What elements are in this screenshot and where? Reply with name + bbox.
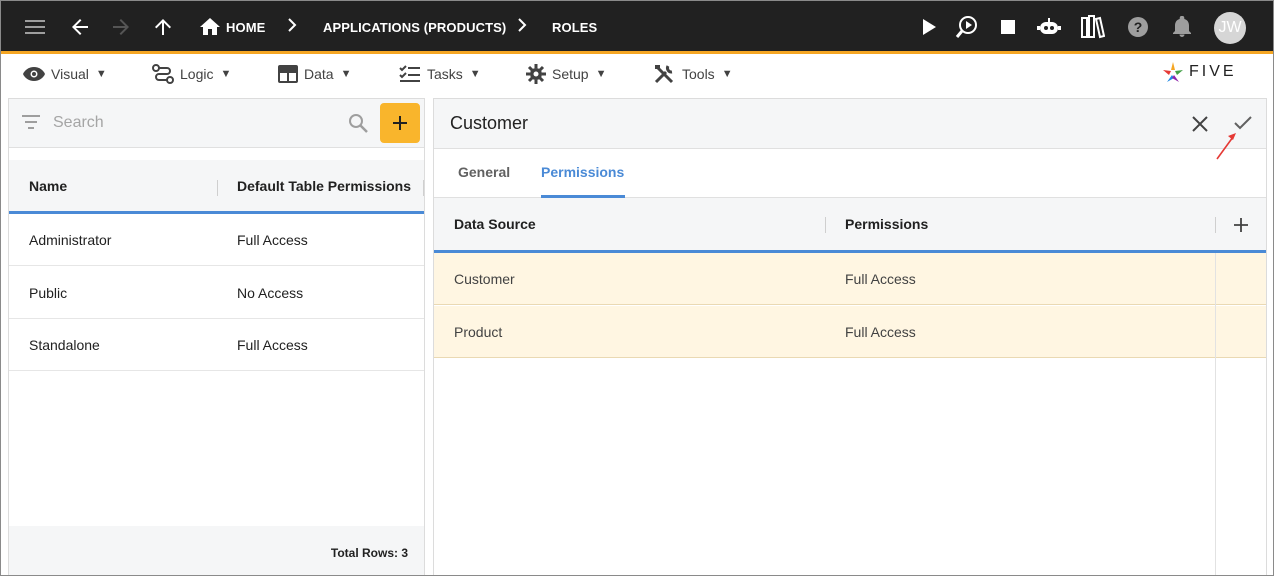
table-footer: Total Rows: 3: [9, 526, 424, 575]
table-row[interactable]: Product Full Access: [434, 306, 1266, 358]
column-divider[interactable]: [825, 217, 826, 233]
column-divider[interactable]: [423, 180, 424, 196]
table-row[interactable]: Standalone Full Access: [9, 319, 424, 371]
permissions-table-header: Data Source Permissions: [434, 198, 1266, 253]
menu-logic-label: Logic: [180, 66, 214, 82]
notifications-icon[interactable]: [1170, 15, 1194, 39]
menu-tasks[interactable]: Tasks ▼: [399, 63, 481, 85]
tab-permissions[interactable]: Permissions: [541, 164, 624, 180]
table-row[interactable]: Customer Full Access: [434, 253, 1266, 305]
search-icon[interactable]: [348, 113, 368, 138]
role-permission: Full Access: [237, 231, 308, 248]
chevron-right-icon: [517, 17, 527, 38]
role-name: Public: [29, 284, 68, 301]
debug-search-icon[interactable]: [955, 15, 979, 39]
tab-general[interactable]: General: [458, 164, 510, 180]
roles-table-header: Name Default Table Permissions: [9, 160, 424, 214]
menu-setup[interactable]: Setup ▼: [526, 63, 606, 85]
five-logo-icon: [1163, 62, 1183, 82]
five-logo: FIVE: [1161, 59, 1237, 85]
caret-down-icon: ▼: [95, 68, 107, 80]
detail-tabs: General Permissions: [434, 149, 1266, 198]
home-icon[interactable]: [198, 15, 222, 39]
add-permission-button[interactable]: [1233, 217, 1249, 236]
search-input[interactable]: [53, 111, 333, 135]
menu-tools[interactable]: Tools ▼: [654, 63, 733, 85]
play-icon[interactable]: [917, 15, 941, 39]
role-permission: No Access: [237, 284, 304, 301]
column-divider[interactable]: [1215, 217, 1216, 233]
menu-tasks-label: Tasks: [427, 66, 463, 82]
role-name: Standalone: [29, 336, 100, 353]
menu-data-label: Data: [304, 66, 334, 82]
caret-down-icon: ▼: [595, 68, 607, 80]
table-icon: [278, 65, 298, 83]
menu-visual[interactable]: Visual ▼: [23, 63, 107, 85]
chatbot-icon[interactable]: [1037, 15, 1061, 39]
roles-list-panel: Name Default Table Permissions Administr…: [8, 98, 425, 575]
page-title: Customer: [450, 113, 529, 133]
caret-down-icon: ▼: [469, 68, 481, 80]
app-window: HOME APPLICATIONS (PRODUCTS) ROLES ? JW …: [0, 0, 1274, 576]
top-bar: HOME APPLICATIONS (PRODUCTS) ROLES ? JW: [1, 1, 1273, 54]
library-icon[interactable]: [1081, 15, 1105, 39]
role-permission: Full Access: [237, 336, 308, 353]
role-name: Administrator: [29, 231, 112, 248]
permission-value: Full Access: [845, 270, 916, 287]
plus-icon: [1234, 218, 1248, 232]
column-header-name[interactable]: Name: [29, 160, 67, 211]
data-source-value: Customer: [454, 270, 515, 287]
plus-icon: [393, 116, 407, 130]
help-icon[interactable]: ?: [1126, 15, 1150, 39]
eye-icon: [23, 67, 45, 81]
up-arrow-icon[interactable]: [151, 15, 175, 39]
menu-data[interactable]: Data ▼: [278, 63, 351, 85]
role-detail-panel: Customer General Permissions Data Source…: [433, 98, 1267, 575]
breadcrumb-applications[interactable]: APPLICATIONS (PRODUCTS): [323, 20, 506, 35]
search-bar: [9, 99, 424, 148]
gear-icon: [526, 64, 546, 84]
logic-icon: [152, 64, 174, 84]
column-divider-line: [1215, 253, 1216, 575]
menu-tools-label: Tools: [682, 66, 715, 82]
menu-logic[interactable]: Logic ▼: [152, 63, 231, 85]
caret-down-icon: ▼: [721, 68, 733, 80]
tools-icon: [654, 65, 674, 84]
table-row[interactable]: Administrator Full Access: [9, 214, 424, 266]
filter-icon[interactable]: [22, 115, 40, 134]
stop-icon[interactable]: [996, 15, 1020, 39]
table-row[interactable]: Public No Access: [9, 267, 424, 319]
back-arrow-icon[interactable]: [68, 15, 92, 39]
data-source-value: Product: [454, 323, 503, 340]
column-header-default-permissions[interactable]: Default Table Permissions: [237, 160, 411, 211]
caret-down-icon: ▼: [340, 68, 352, 80]
breadcrumb-home[interactable]: HOME: [226, 20, 265, 35]
brand-name: FIVE: [1189, 63, 1237, 80]
add-role-button[interactable]: [380, 103, 420, 143]
permission-value: Full Access: [845, 323, 916, 340]
menu-bar: Visual ▼ Logic ▼ Data ▼ Tasks ▼ Setup ▼ …: [1, 57, 1273, 89]
detail-header: Customer: [434, 99, 1266, 149]
column-header-permissions[interactable]: Permissions: [845, 198, 928, 250]
total-rows-count: Total Rows: 3: [330, 545, 408, 560]
tasks-icon: [399, 65, 420, 82]
forward-arrow-icon: [109, 15, 133, 39]
annotation-arrow-icon: [1216, 133, 1236, 160]
column-divider[interactable]: [217, 180, 218, 196]
user-avatar[interactable]: JW: [1214, 12, 1246, 44]
close-icon[interactable]: [1191, 115, 1209, 138]
svg-text:?: ?: [1134, 19, 1143, 35]
menu-icon[interactable]: [23, 15, 47, 39]
menu-visual-label: Visual: [51, 66, 89, 82]
chevron-right-icon: [287, 17, 297, 38]
breadcrumb-roles[interactable]: ROLES: [552, 20, 597, 35]
caret-down-icon: ▼: [220, 68, 232, 80]
column-header-data-source[interactable]: Data Source: [454, 198, 536, 250]
menu-setup-label: Setup: [552, 66, 589, 82]
